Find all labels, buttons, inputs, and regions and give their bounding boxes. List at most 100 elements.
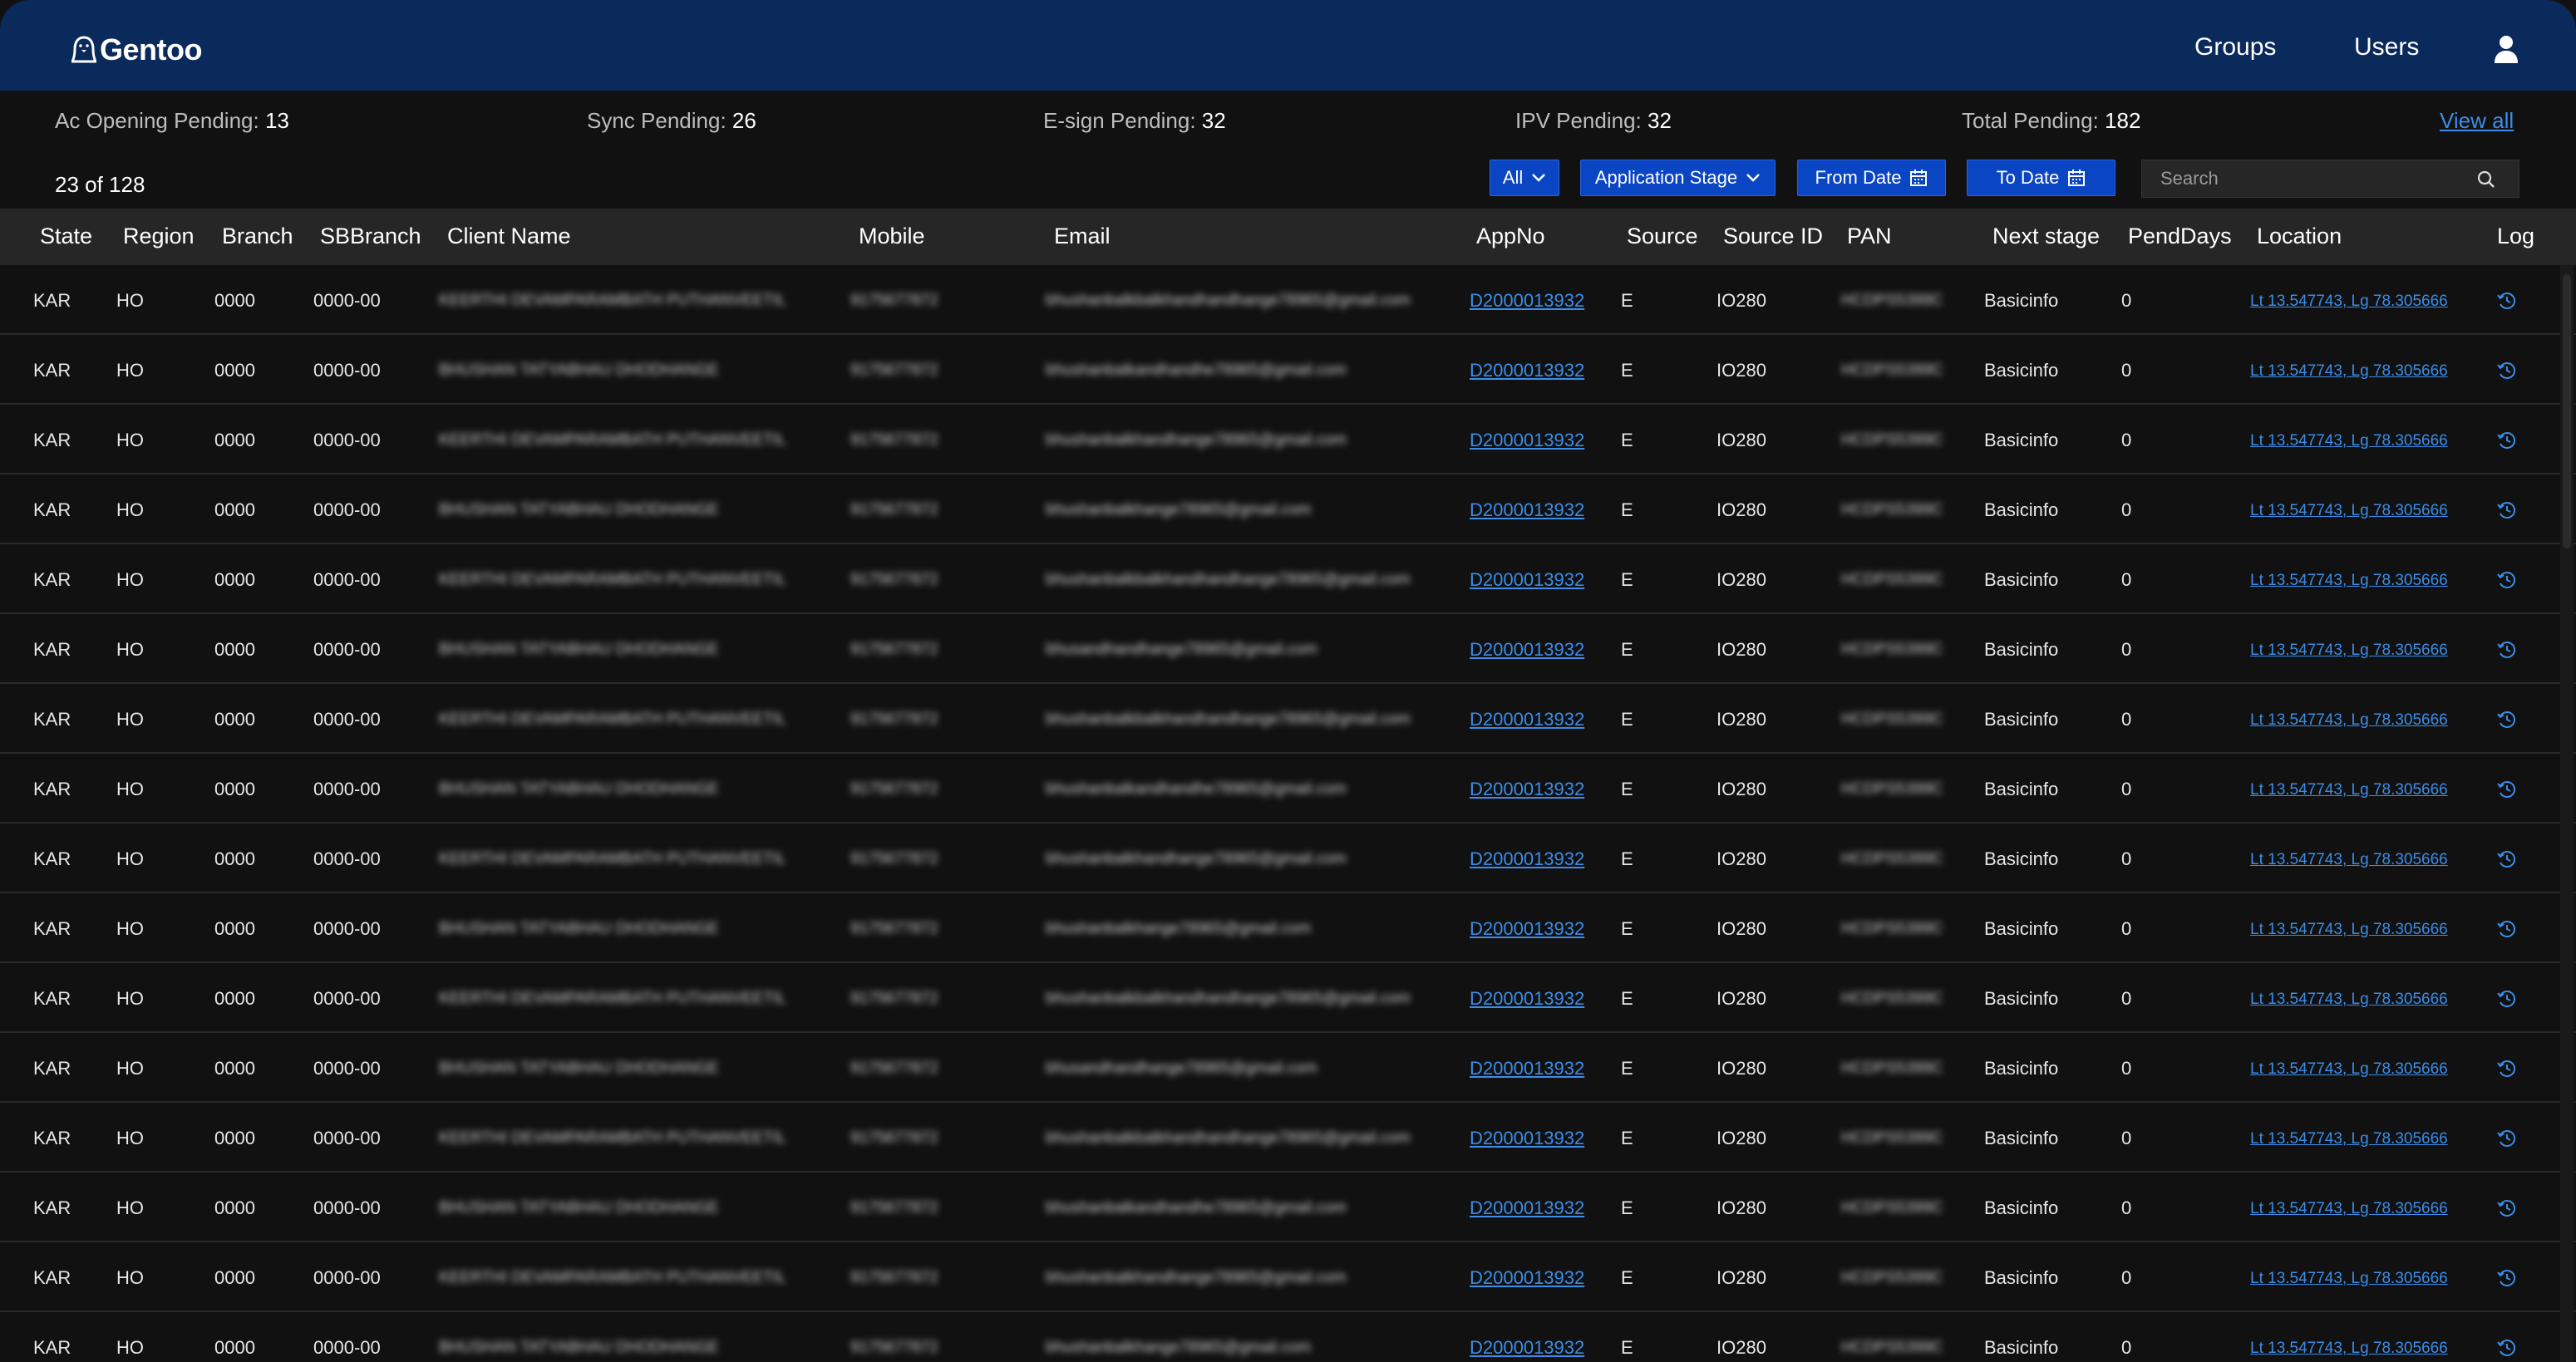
refresh-clock-icon[interactable] [2496, 1267, 2518, 1289]
refresh-clock-icon[interactable] [2496, 1337, 2518, 1359]
table-row[interactable]: KAR HO 0000 0000-00 BHUSHAN TATYABHAU DHODHA… [0, 1033, 2576, 1103]
table-row[interactable]: KAR HO 0000 0000-00 KEERTHI DEVAMPARAMBATH P… [0, 265, 2576, 335]
cell-location-link[interactable]: Lt 13.547743, Lg 78.305666 [2250, 502, 2448, 520]
refresh-clock-icon[interactable] [2496, 848, 2518, 870]
col-header-location[interactable]: Location [2257, 224, 2342, 249]
cell-location-link[interactable]: Lt 13.547743, Lg 78.305666 [2250, 642, 2448, 660]
table-row[interactable]: KAR HO 0000 0000-00 BHUSHAN TATYABHAU DHODHA… [0, 1173, 2576, 1242]
cell-location-link[interactable]: Lt 13.547743, Lg 78.305666 [2250, 711, 2448, 730]
cell-pend-days: 0 [2121, 848, 2132, 869]
refresh-clock-icon[interactable] [2496, 430, 2518, 451]
cell-location-link[interactable]: Lt 13.547743, Lg 78.305666 [2250, 991, 2448, 1009]
cell-location-link[interactable]: Lt 13.547743, Lg 78.305666 [2250, 851, 2448, 869]
table-row[interactable]: KAR HO 0000 0000-00 KEERTHI DEVAMPARAMBATH P… [0, 544, 2576, 614]
cell-client-name: BHUSHAN TATYABHAU DHODHANGE [439, 501, 719, 519]
cell-appno-link[interactable]: D2000013932 [1470, 569, 1584, 591]
table-row[interactable]: KAR HO 0000 0000-00 BHUSHAN TATYABHAU DHODHA… [0, 614, 2576, 684]
nav-groups-link[interactable]: Groups [2194, 33, 2276, 61]
cell-appno-link[interactable]: D2000013932 [1470, 1197, 1584, 1219]
nav-users-link[interactable]: Users [2354, 33, 2419, 61]
refresh-clock-icon[interactable] [2496, 918, 2518, 940]
cell-source: E [1621, 639, 1633, 660]
cell-location-link[interactable]: Lt 13.547743, Lg 78.305666 [2250, 1200, 2448, 1218]
col-header-next-stage[interactable]: Next stage [1992, 224, 2100, 249]
cell-location-link[interactable]: Lt 13.547743, Lg 78.305666 [2250, 572, 2448, 590]
cell-pan: HCDPS5399C [1841, 850, 1943, 868]
cell-appno-link[interactable]: D2000013932 [1470, 848, 1584, 870]
search-input[interactable] [2160, 160, 2476, 197]
brand-logo[interactable]: Gentoo [71, 30, 202, 70]
col-header-source-id[interactable]: Source ID [1723, 224, 1823, 249]
col-header-log[interactable]: Log [2497, 224, 2534, 249]
refresh-clock-icon[interactable] [2496, 779, 2518, 800]
cell-location-link[interactable]: Lt 13.547743, Lg 78.305666 [2250, 1060, 2448, 1079]
cell-location-link[interactable]: Lt 13.547743, Lg 78.305666 [2250, 921, 2448, 939]
col-header-pan[interactable]: PAN [1847, 224, 1892, 249]
from-date-button[interactable]: From Date [1797, 160, 1946, 196]
table-row[interactable]: KAR HO 0000 0000-00 KEERTHI DEVAMPARAMBATH P… [0, 824, 2576, 893]
cell-location-link[interactable]: Lt 13.547743, Lg 78.305666 [2250, 1130, 2448, 1148]
cell-appno-link[interactable]: D2000013932 [1470, 918, 1584, 940]
refresh-clock-icon[interactable] [2496, 1128, 2518, 1149]
col-header-appno[interactable]: AppNo [1476, 224, 1545, 249]
stat-label: Ac Opening Pending: [55, 108, 259, 133]
cell-location-link[interactable]: Lt 13.547743, Lg 78.305666 [2250, 1340, 2448, 1358]
cell-appno-link[interactable]: D2000013932 [1470, 779, 1584, 800]
scrollbar-thumb[interactable] [2563, 274, 2571, 548]
table-row[interactable]: KAR HO 0000 0000-00 KEERTHI DEVAMPARAMBATH P… [0, 684, 2576, 754]
cell-appno-link[interactable]: D2000013932 [1470, 988, 1584, 1010]
table-row[interactable]: KAR HO 0000 0000-00 BHUSHAN TATYABHAU DHODHA… [0, 474, 2576, 544]
col-header-mobile[interactable]: Mobile [859, 224, 925, 249]
cell-location-link[interactable]: Lt 13.547743, Lg 78.305666 [2250, 432, 2448, 450]
stat-label: E-sign Pending: [1043, 108, 1196, 133]
col-header-sbbranch[interactable]: SBBranch [320, 224, 421, 249]
col-header-state[interactable]: State [40, 224, 92, 249]
filter-all-dropdown[interactable]: All [1490, 160, 1559, 196]
refresh-clock-icon[interactable] [2496, 709, 2518, 730]
cell-appno-link[interactable]: D2000013932 [1470, 1128, 1584, 1149]
table-row[interactable]: KAR HO 0000 0000-00 KEERTHI DEVAMPARAMBATH P… [0, 405, 2576, 474]
user-icon[interactable] [2494, 35, 2519, 63]
refresh-clock-icon[interactable] [2496, 569, 2518, 591]
cell-appno-link[interactable]: D2000013932 [1470, 639, 1584, 661]
refresh-clock-icon[interactable] [2496, 290, 2518, 312]
col-header-source[interactable]: Source [1627, 224, 1698, 249]
table-row[interactable]: KAR HO 0000 0000-00 BHUSHAN TATYABHAU DHODHA… [0, 893, 2576, 963]
table-row[interactable]: KAR HO 0000 0000-00 KEERTHI DEVAMPARAMBATH P… [0, 1103, 2576, 1173]
col-header-client-name[interactable]: Client Name [447, 224, 571, 249]
cell-appno-link[interactable]: D2000013932 [1470, 430, 1584, 451]
table-row[interactable]: KAR HO 0000 0000-00 BHUSHAN TATYABHAU DHODHA… [0, 754, 2576, 824]
refresh-clock-icon[interactable] [2496, 1197, 2518, 1219]
cell-next-stage: Basicinfo [1984, 1128, 2059, 1148]
col-header-email[interactable]: Email [1054, 224, 1111, 249]
table-row[interactable]: KAR HO 0000 0000-00 BHUSHAN TATYABHAU DHODHA… [0, 335, 2576, 405]
table-row[interactable]: KAR HO 0000 0000-00 KEERTHI DEVAMPARAMBATH P… [0, 1242, 2576, 1312]
search-icon[interactable] [2477, 170, 2495, 189]
cell-appno-link[interactable]: D2000013932 [1470, 1267, 1584, 1289]
to-date-button[interactable]: To Date [1967, 160, 2115, 196]
cell-appno-link[interactable]: D2000013932 [1470, 290, 1584, 312]
col-header-region[interactable]: Region [123, 224, 195, 249]
refresh-clock-icon[interactable] [2496, 499, 2518, 521]
cell-appno-link[interactable]: D2000013932 [1470, 1058, 1584, 1079]
cell-location-link[interactable]: Lt 13.547743, Lg 78.305666 [2250, 1270, 2448, 1288]
refresh-clock-icon[interactable] [2496, 988, 2518, 1010]
cell-appno-link[interactable]: D2000013932 [1470, 360, 1584, 381]
cell-appno-link[interactable]: D2000013932 [1470, 499, 1584, 521]
col-header-pend-days[interactable]: PendDays [2128, 224, 2232, 249]
cell-appno-link[interactable]: D2000013932 [1470, 1337, 1584, 1359]
refresh-clock-icon[interactable] [2496, 360, 2518, 381]
refresh-clock-icon[interactable] [2496, 639, 2518, 661]
refresh-clock-icon[interactable] [2496, 1058, 2518, 1079]
cell-location-link[interactable]: Lt 13.547743, Lg 78.305666 [2250, 293, 2448, 311]
cell-appno-link[interactable]: D2000013932 [1470, 709, 1584, 730]
cell-next-stage: Basicinfo [1984, 918, 2059, 939]
col-header-branch[interactable]: Branch [222, 224, 293, 249]
table-row[interactable]: KAR HO 0000 0000-00 KEERTHI DEVAMPARAMBATH P… [0, 963, 2576, 1033]
table-row[interactable]: KAR HO 0000 0000-00 BHUSHAN TATYABHAU DHODHA… [0, 1312, 2576, 1362]
cell-location-link[interactable]: Lt 13.547743, Lg 78.305666 [2250, 362, 2448, 381]
cell-pan: HCDPS5399C [1841, 1129, 1943, 1147]
application-stage-dropdown[interactable]: Application Stage [1580, 160, 1776, 196]
cell-location-link[interactable]: Lt 13.547743, Lg 78.305666 [2250, 781, 2448, 799]
view-all-link[interactable]: View all [2440, 108, 2514, 134]
